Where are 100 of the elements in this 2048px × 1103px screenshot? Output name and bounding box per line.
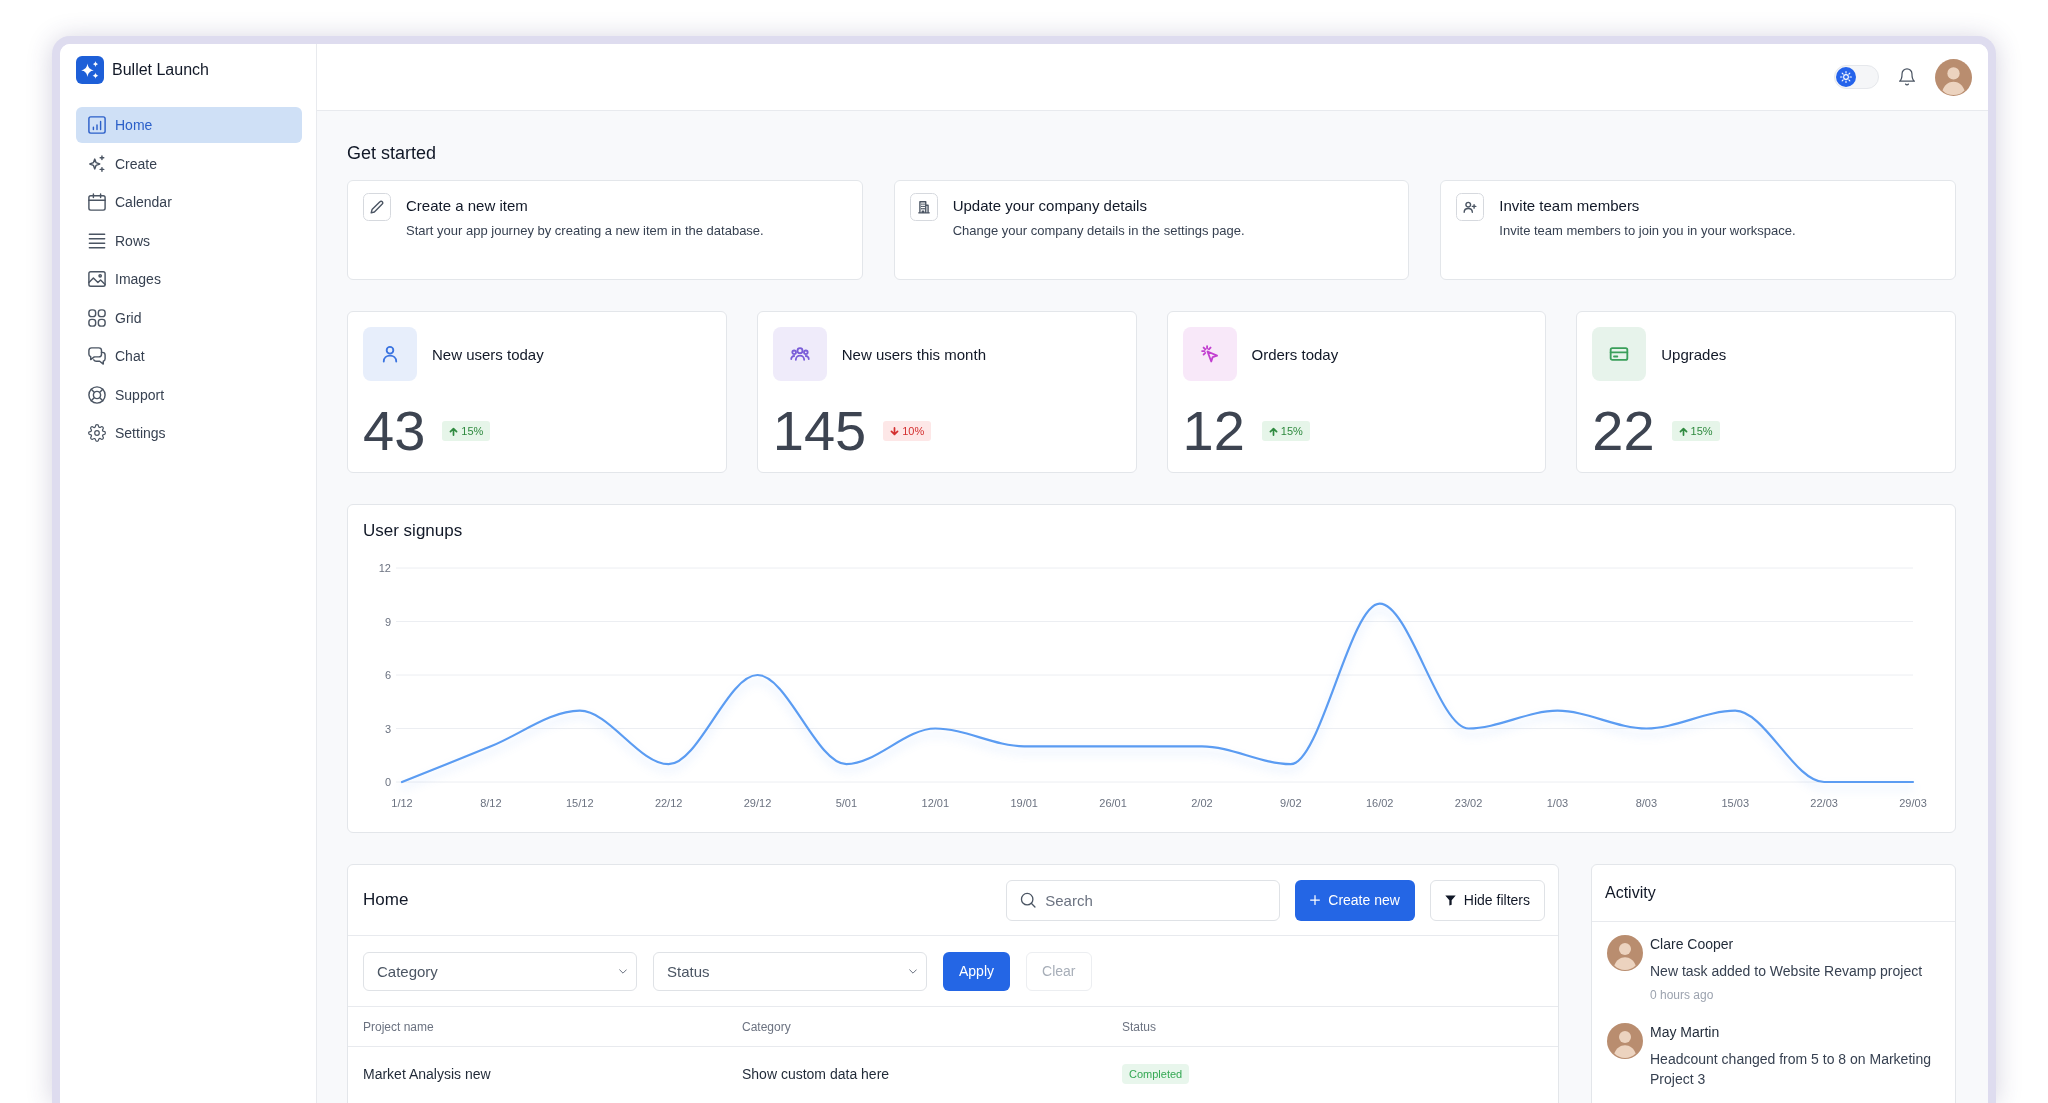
building-icon — [909, 193, 938, 221]
x-axis-label: 9/02 — [1280, 797, 1302, 809]
table-title: Home — [363, 890, 410, 910]
cursor-click-icon — [1182, 327, 1237, 381]
app-name: Bullet Launch — [112, 61, 209, 79]
x-axis-label: 26/01 — [1099, 797, 1127, 809]
chat-icon — [88, 347, 106, 365]
grid-icon — [88, 308, 106, 327]
chevron-down-icon — [909, 968, 917, 974]
user-avatar[interactable] — [1935, 58, 1972, 96]
search-icon — [1020, 891, 1037, 908]
column-header: Category — [742, 1019, 791, 1034]
user-icon — [363, 327, 417, 381]
activity-title: Activity — [1605, 884, 1656, 902]
x-axis-label: 15/12 — [566, 797, 594, 809]
user-avatar — [1607, 1023, 1643, 1059]
x-axis-label: 15/03 — [1721, 797, 1749, 809]
column-header: Status — [1122, 1019, 1157, 1034]
user-avatar — [1607, 935, 1643, 971]
x-axis-label: 8/12 — [480, 797, 502, 809]
user-plus-icon — [1456, 193, 1485, 221]
sparkles-icon — [88, 154, 106, 173]
logo-icon — [76, 56, 104, 84]
filter-icon — [1444, 894, 1456, 906]
y-axis-label: 9 — [384, 615, 391, 628]
filter-toggle-button[interactable]: Hide filters — [1429, 879, 1545, 921]
shortcut-card[interactable]: Invite team members Invite team members to join you in your workspace. — [1440, 180, 1956, 280]
plus-icon — [1310, 895, 1321, 905]
settings-icon — [88, 424, 106, 442]
y-axis-label: 3 — [384, 722, 391, 735]
column-header: Project name — [363, 1019, 434, 1034]
sun-icon — [1836, 67, 1856, 87]
sidebar-item[interactable]: Grid — [76, 299, 302, 336]
sidebar-item[interactable]: Home — [76, 107, 302, 143]
chart-title: User signups — [363, 520, 464, 542]
lifebuoy-icon — [88, 385, 106, 404]
x-axis-label: 1/12 — [391, 797, 413, 809]
sidebar-item[interactable]: Settings — [76, 415, 302, 451]
card-title: Update your company details — [952, 196, 1148, 216]
card-description: Start your app journey by creating a new item in the database. — [406, 222, 764, 240]
calendar-icon — [88, 193, 106, 211]
list-icon — [88, 231, 106, 250]
activity-time: 0 hours ago — [1650, 987, 1715, 1004]
theme-toggle[interactable] — [1834, 65, 1879, 89]
sidebar-item[interactable]: Support — [76, 376, 302, 413]
credit-card-icon — [1592, 327, 1647, 381]
sidebar-item[interactable]: Chat — [76, 338, 302, 374]
filter-dropdown[interactable]: Category — [363, 951, 637, 991]
filter-dropdown[interactable]: Status — [653, 951, 927, 991]
y-axis-label: 12 — [378, 562, 391, 574]
change-percent: 15% — [461, 425, 484, 437]
arrow-up-icon — [1268, 426, 1278, 436]
x-axis-label: 29/12 — [743, 797, 772, 809]
stat-label: Upgrades — [1661, 345, 1727, 363]
y-axis-label: 6 — [384, 669, 391, 681]
arrow-up-icon — [449, 426, 459, 436]
x-axis-label: 22/12 — [654, 797, 683, 809]
stat-label: Orders today — [1251, 345, 1339, 363]
search-field[interactable]: Search — [1006, 879, 1281, 921]
activity-user: Clare Cooper — [1650, 935, 1735, 953]
x-axis-label: 22/03 — [1810, 797, 1838, 809]
x-axis-label: 19/01 — [1010, 797, 1038, 809]
activity-user: May Martin — [1650, 1023, 1721, 1041]
sidebar-item[interactable]: Images — [76, 261, 302, 297]
activity-text: Headcount changed from 5 to 8 on Marketing Project 3 — [1650, 1050, 1932, 1089]
section-title: Get started — [347, 142, 438, 164]
shortcut-card[interactable]: Update your company details Change your company details in the settings page. — [893, 180, 1410, 280]
y-axis-label: 0 — [384, 776, 391, 788]
x-axis-label: 5/01 — [835, 797, 858, 809]
x-axis-label: 16/02 — [1365, 797, 1394, 809]
card-title: Create a new item — [406, 196, 529, 216]
pencil-icon — [363, 193, 391, 221]
x-axis-label: 29/03 — [1899, 797, 1927, 809]
create-button[interactable]: Create new — [1295, 879, 1415, 921]
card-description: Invite team members to join you in your workspace. — [1499, 222, 1796, 240]
stat-value: 43 — [363, 403, 426, 459]
change-percent: 15% — [1690, 425, 1713, 437]
stat-value: 12 — [1182, 403, 1245, 459]
table-cell: Show custom data here — [742, 1066, 890, 1082]
apply-button[interactable]: Apply — [943, 951, 1011, 991]
card-title: Invite team members — [1499, 196, 1641, 216]
table-cell: Market Analysis new — [363, 1066, 491, 1082]
x-axis-label: 12/01 — [921, 797, 950, 809]
activity-text: New task added to Website Revamp project — [1650, 962, 1923, 981]
arrow-up-icon — [1678, 426, 1688, 436]
sidebar-item[interactable]: Rows — [76, 222, 302, 259]
sidebar-item[interactable]: Create — [76, 145, 302, 182]
stat-value: 145 — [772, 403, 867, 459]
bar-chart-icon — [88, 116, 106, 134]
x-axis-label: 1/03 — [1546, 797, 1569, 809]
image-icon — [88, 270, 106, 288]
change-percent: 10% — [902, 425, 925, 437]
card-description: Change your company details in the settings page. — [952, 222, 1245, 240]
sidebar-item[interactable]: Calendar — [76, 184, 302, 220]
x-axis-label: 23/02 — [1454, 797, 1483, 809]
change-percent: 15% — [1280, 425, 1303, 437]
shortcut-card[interactable]: Create a new item Start your app journey by creating a new item in the database. — [347, 180, 863, 280]
stat-value: 22 — [1592, 403, 1655, 459]
users-icon — [772, 327, 827, 381]
bell-icon[interactable] — [1899, 68, 1915, 86]
